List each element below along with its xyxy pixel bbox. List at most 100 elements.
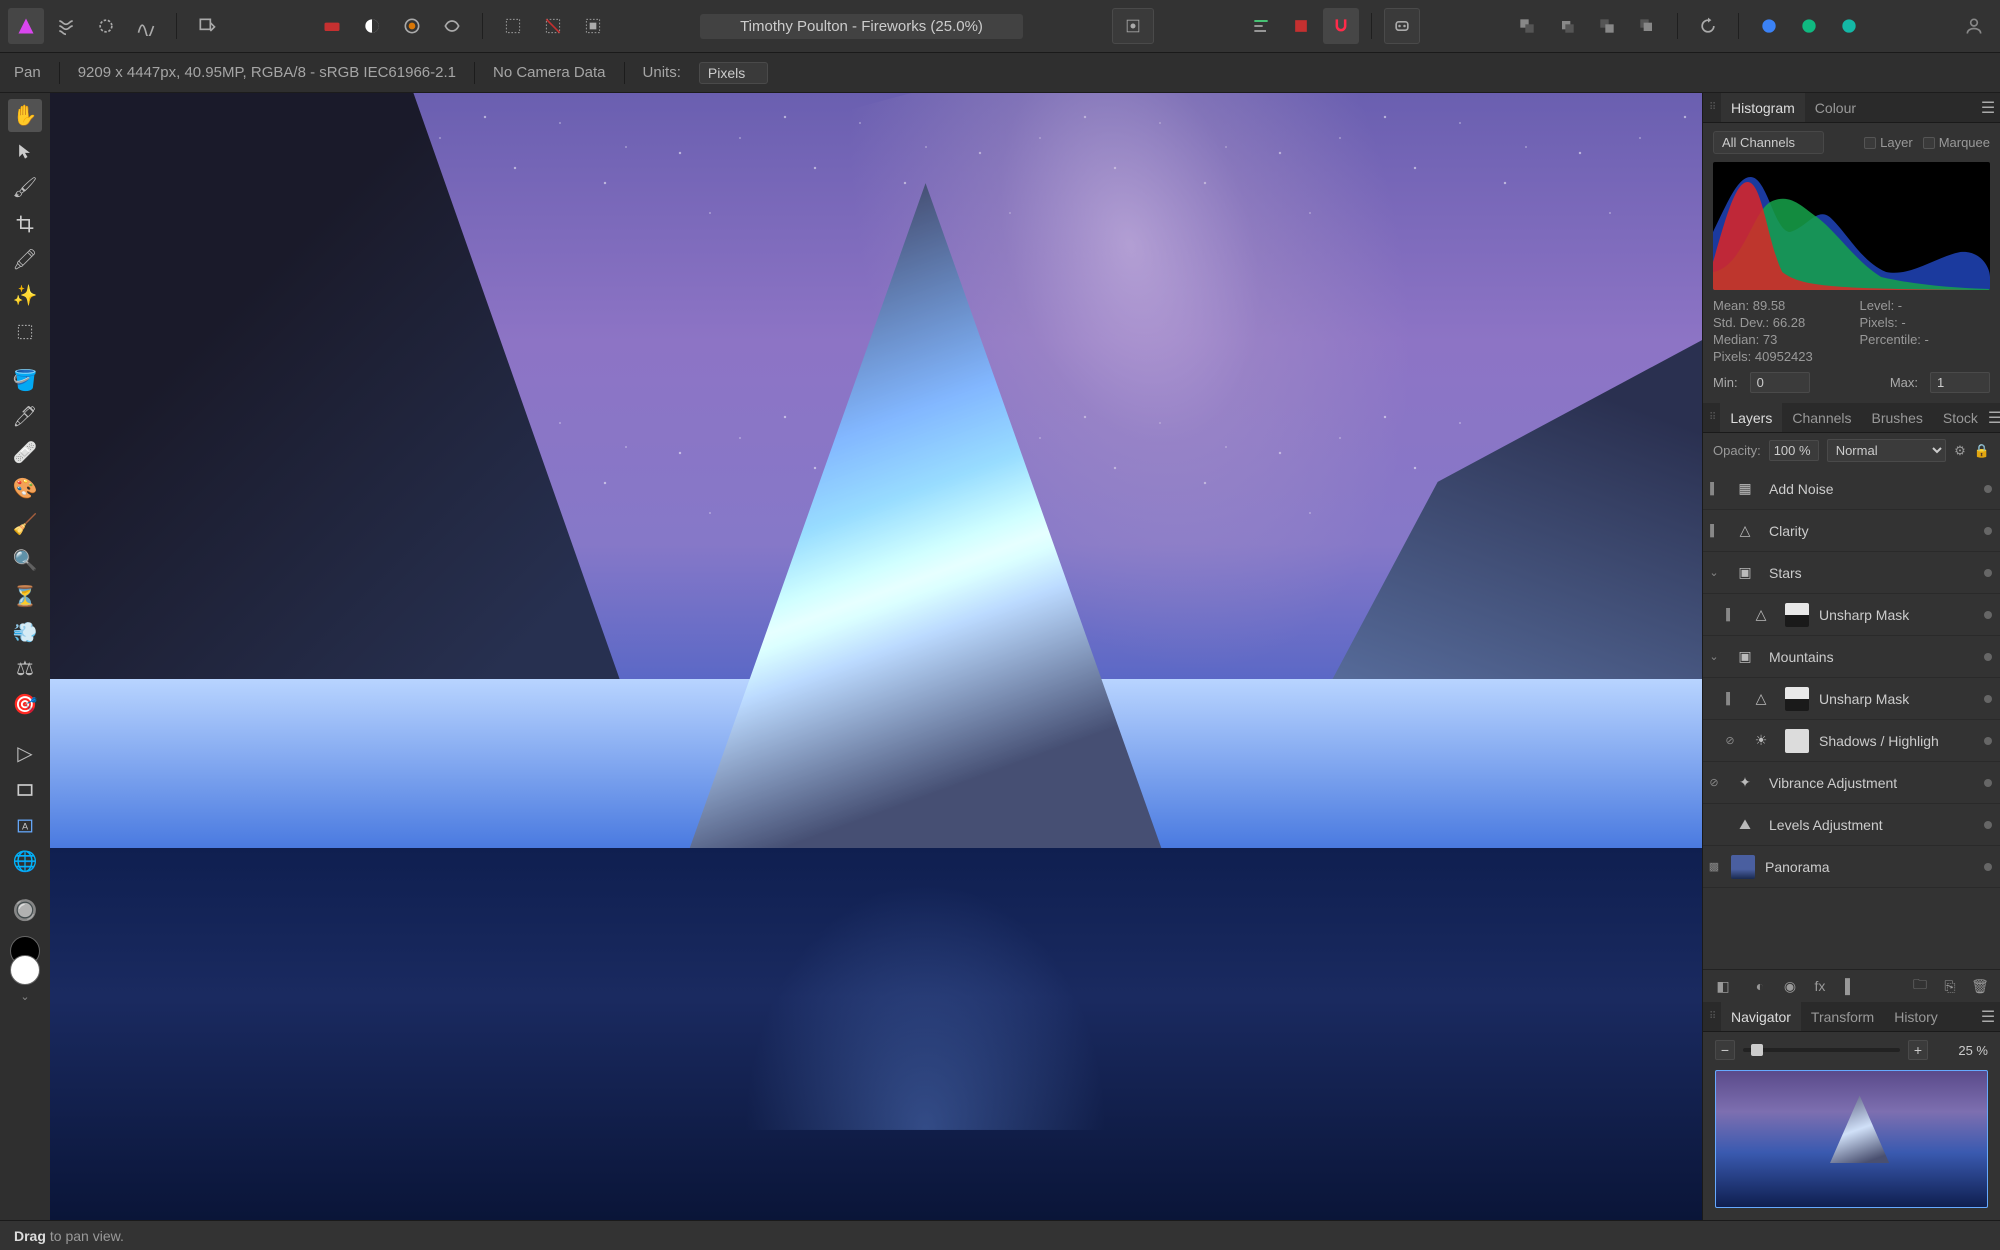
dodge-tool-icon[interactable]: ⏳ [8, 580, 42, 613]
pan-tool-icon[interactable]: ✋ [8, 99, 42, 132]
histogram-channel-select[interactable]: All Channels [1713, 131, 1824, 154]
rectangle-tool-icon[interactable] [8, 773, 42, 806]
force-pixel-align-icon[interactable] [1283, 8, 1319, 44]
group-layers-icon[interactable]: 🗀 [1910, 976, 1930, 996]
layer-row[interactable]: ⊘ ✦ Vibrance Adjustment [1703, 762, 2000, 804]
tab-brushes[interactable]: Brushes [1862, 403, 1933, 432]
arrange-front-icon[interactable] [1629, 8, 1665, 44]
swap-colors-icon[interactable]: ⌄ [20, 990, 29, 1003]
mesh-warp-tool-icon[interactable]: ⚖ [8, 652, 42, 685]
tab-navigator[interactable]: Navigator [1721, 1002, 1801, 1031]
arrange-forward-icon[interactable] [1589, 8, 1625, 44]
rotate-icon[interactable] [1690, 8, 1726, 44]
color-picker-tool-icon[interactable]: 🔘 [8, 894, 42, 927]
visibility-toggle[interactable] [1984, 569, 1992, 577]
target-blue-icon[interactable] [1751, 8, 1787, 44]
marquee-checkbox[interactable]: Marquee [1923, 135, 1990, 150]
layer-row[interactable]: ▌ △ Clarity [1703, 510, 2000, 552]
expand-icon[interactable]: ▌ [1707, 525, 1721, 537]
paint-brush-tool-icon[interactable]: 🖍 [8, 243, 42, 276]
tab-channels[interactable]: Channels [1782, 403, 1861, 432]
visibility-toggle[interactable] [1984, 779, 1992, 787]
red-eye-tool-icon[interactable]: 🎯 [8, 688, 42, 721]
layer-row[interactable]: ▌ △ Unsharp Mask [1703, 594, 2000, 636]
layer-row[interactable]: ⊘ ☀ Shadows / Highligh [1703, 720, 2000, 762]
blend-mode-select[interactable]: Normal [1827, 439, 1946, 462]
account-icon[interactable] [1956, 8, 1992, 44]
zoom-tool-icon[interactable]: 🔍 [8, 544, 42, 577]
layer-row[interactable]: ▌ △ Unsharp Mask [1703, 678, 2000, 720]
max-input[interactable] [1930, 372, 1990, 393]
text-tool-icon[interactable]: A [8, 809, 42, 842]
panel-drag-handle-icon[interactable]: ⠿ [1709, 102, 1717, 113]
gradient-tool-icon[interactable]: 🖊 [8, 400, 42, 433]
invert-selection-icon[interactable] [575, 8, 611, 44]
delete-layer-icon[interactable]: 🗑 [1970, 976, 1990, 996]
lock-icon[interactable]: 🔒 [1974, 443, 1990, 459]
snapping-icon[interactable] [1323, 8, 1359, 44]
visibility-toggle[interactable] [1984, 737, 1992, 745]
perspective-tool-icon[interactable]: 🌐 [8, 845, 42, 878]
document-title[interactable]: Timothy Poulton - Fireworks (25.0%) [700, 14, 1023, 39]
layer-row[interactable]: ▌ ▦ Add Noise [1703, 468, 2000, 510]
visibility-toggle[interactable] [1984, 653, 1992, 661]
visibility-toggle[interactable] [1984, 863, 1992, 871]
tab-transform[interactable]: Transform [1801, 1002, 1884, 1031]
panel-drag-handle-icon[interactable]: ⠿ [1709, 412, 1716, 423]
target-teal-icon[interactable] [1831, 8, 1867, 44]
zoom-in-button[interactable]: + [1908, 1040, 1928, 1060]
persona-photo-icon[interactable] [8, 8, 44, 44]
align-options-icon[interactable] [1243, 8, 1279, 44]
color-wheel-icon[interactable] [394, 8, 430, 44]
zoom-out-button[interactable]: − [1715, 1040, 1735, 1060]
visibility-toggle[interactable] [1984, 821, 1992, 829]
layer-row[interactable]: ▩ Panorama [1703, 846, 2000, 888]
panel-menu-icon[interactable]: ☰ [1976, 1007, 2000, 1027]
zoom-value[interactable]: 25 % [1936, 1043, 1988, 1058]
export-persona-icon[interactable] [189, 8, 225, 44]
link-icon[interactable]: ⊘ [1707, 776, 1721, 789]
layer-row[interactable]: ⌄ ▣ Mountains [1703, 636, 2000, 678]
crop-thirds-icon[interactable] [1112, 8, 1154, 44]
node-tool-icon[interactable]: ▷ [8, 737, 42, 770]
tab-stock[interactable]: Stock [1933, 403, 1988, 432]
expand-icon[interactable]: ▌ [1707, 483, 1721, 495]
collapse-icon[interactable]: ⌄ [1707, 566, 1721, 579]
visibility-toggle[interactable] [1984, 527, 1992, 535]
layer-row[interactable]: ⌄ ▣ Stars [1703, 552, 2000, 594]
live-filter-icon[interactable]: ◉ [1780, 976, 1800, 996]
checker-icon[interactable]: ▩ [1707, 860, 1721, 873]
persona-develop-icon[interactable] [88, 8, 124, 44]
clone-tool-icon[interactable]: 🎨 [8, 472, 42, 505]
channels-view-icon[interactable] [434, 8, 470, 44]
persona-tonemap-icon[interactable] [128, 8, 164, 44]
move-tool-icon[interactable] [8, 135, 42, 168]
adjustment-icon[interactable]: ◐ [1750, 976, 1770, 996]
half-circle-icon[interactable] [354, 8, 390, 44]
opacity-input[interactable] [1769, 440, 1819, 461]
eraser-tool-icon[interactable]: 🧹 [8, 508, 42, 541]
deselect-icon[interactable] [535, 8, 571, 44]
mask-layer-icon[interactable]: ◧ [1713, 976, 1733, 996]
crop-tool-icon[interactable] [8, 207, 42, 240]
min-input[interactable] [1750, 372, 1810, 393]
expand-icon[interactable]: ▌ [1723, 609, 1737, 621]
expand-icon[interactable]: ▌ [1723, 693, 1737, 705]
visibility-toggle[interactable] [1984, 695, 1992, 703]
navigator-thumbnail[interactable] [1715, 1070, 1988, 1208]
fx-icon[interactable]: fx [1810, 976, 1830, 996]
healing-brush-tool-icon[interactable]: 🩹 [8, 436, 42, 469]
link-icon[interactable]: ⊘ [1723, 734, 1737, 747]
visibility-toggle[interactable] [1984, 485, 1992, 493]
panel-menu-icon[interactable]: ☰ [1988, 408, 2000, 428]
layer-checkbox[interactable]: Layer [1864, 135, 1913, 150]
panel-menu-icon[interactable]: ☰ [1976, 98, 2000, 118]
tab-layers[interactable]: Layers [1720, 403, 1782, 432]
quick-mask-icon[interactable] [314, 8, 350, 44]
tab-colour[interactable]: Colour [1805, 93, 1866, 122]
layer-row[interactable]: ⛰ Levels Adjustment [1703, 804, 2000, 846]
smudge-tool-icon[interactable]: 💨 [8, 616, 42, 649]
zoom-slider[interactable] [1743, 1048, 1900, 1052]
persona-liquify-icon[interactable] [48, 8, 84, 44]
flood-fill-tool-icon[interactable]: 🪣 [8, 364, 42, 397]
